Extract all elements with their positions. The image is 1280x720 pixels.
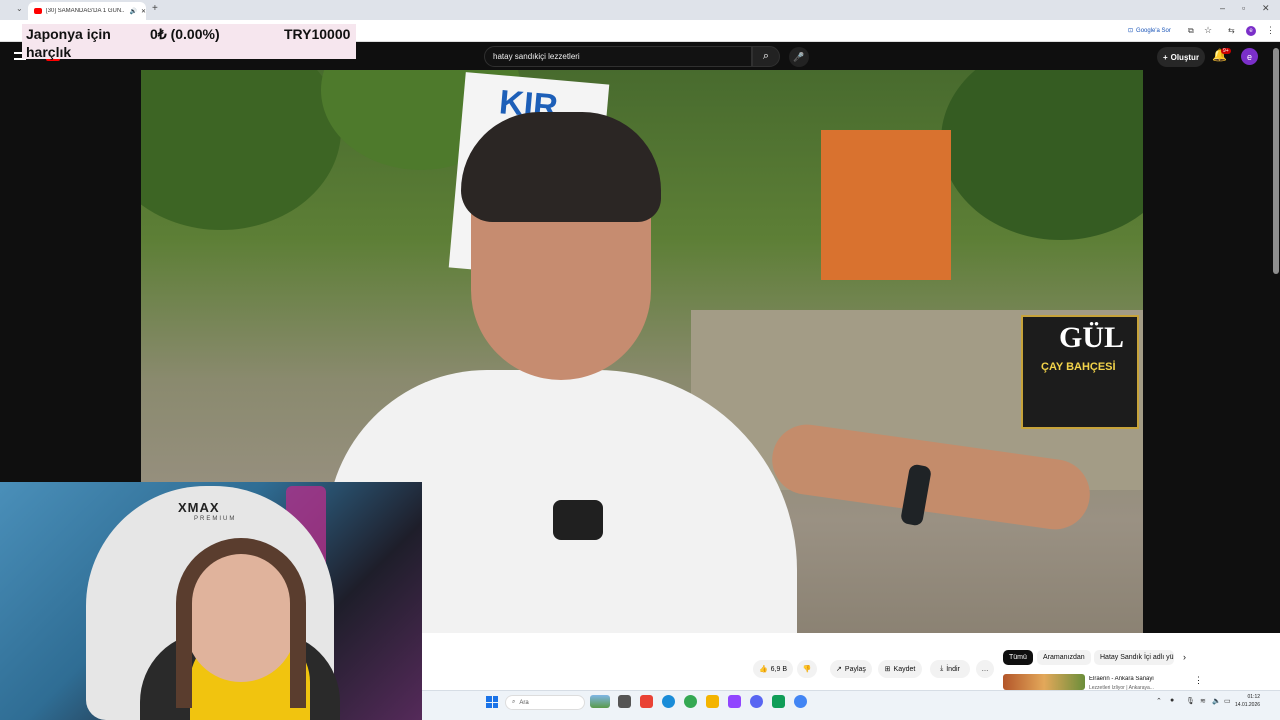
donation-goal-overlay: Japonya için harçlık 0₺ (0.00%) TRY10000 bbox=[22, 24, 356, 60]
mic-icon: 🎤 bbox=[793, 51, 805, 62]
chrome-profile-icon[interactable] bbox=[794, 695, 807, 708]
weather-widget-icon[interactable] bbox=[590, 695, 610, 708]
tray-app-icon[interactable]: ● bbox=[1170, 697, 1174, 704]
maximize-button[interactable]: ▫ bbox=[1242, 3, 1245, 13]
more-vertical-icon[interactable]: ⋮ bbox=[1194, 675, 1203, 686]
chip-from-search[interactable]: Aramanızdan bbox=[1037, 650, 1091, 665]
gul-cafe-sign: GÜL ÇAY BAHÇESİ bbox=[1021, 315, 1139, 429]
chair-brand-logo: XMAX bbox=[178, 500, 220, 515]
share-button[interactable]: ↗ Paylaş bbox=[830, 660, 872, 678]
copilot-icon[interactable] bbox=[640, 695, 653, 708]
tray-chevron-icon[interactable]: ⌃ bbox=[1156, 697, 1162, 705]
voice-search-button[interactable]: 🎤 bbox=[789, 47, 809, 67]
microphone-tray-icon[interactable]: 🎙 bbox=[1186, 697, 1195, 705]
file-explorer-icon[interactable] bbox=[706, 695, 719, 708]
extensions-icon[interactable]: ⇆ bbox=[1228, 26, 1235, 35]
download-button[interactable]: ⤓ İndir bbox=[930, 660, 970, 678]
bookmark-icon: ⊞ bbox=[884, 666, 891, 673]
browser-tab[interactable]: [30] SAMANDAĞ'DA 1 GÜN... 🔊 ✕ bbox=[28, 2, 146, 20]
tree-foliage bbox=[941, 70, 1143, 240]
account-avatar[interactable]: e bbox=[1241, 48, 1258, 65]
cast-icon[interactable]: ⧉ bbox=[1188, 26, 1194, 36]
chevron-right-icon[interactable]: › bbox=[1183, 652, 1186, 662]
scrollbar-thumb[interactable] bbox=[1273, 48, 1279, 274]
recommended-video-title[interactable]: Elraenn - Ankara Sanayi bbox=[1089, 676, 1189, 682]
profile-avatar[interactable]: e bbox=[1246, 26, 1256, 36]
close-window-button[interactable]: ✕ bbox=[1262, 3, 1270, 14]
orange-hut bbox=[821, 130, 951, 280]
wifi-icon[interactable]: ≋ bbox=[1200, 697, 1206, 705]
lapel-microphone bbox=[553, 500, 603, 540]
volume-icon[interactable]: 🔈 bbox=[1212, 697, 1221, 705]
download-icon: ⤓ bbox=[940, 665, 944, 672]
search-icon: ⌕ bbox=[512, 699, 516, 705]
discord-icon[interactable] bbox=[750, 695, 763, 708]
taskbar-search-input[interactable]: ⌕ Ara bbox=[505, 695, 585, 710]
tree-foliage bbox=[141, 70, 341, 230]
task-view-icon[interactable] bbox=[618, 695, 631, 708]
app-icon[interactable] bbox=[772, 695, 785, 708]
goal-amount: 0₺ (0.00%) bbox=[150, 26, 220, 42]
battery-icon[interactable]: ▭ bbox=[1224, 697, 1231, 705]
bookmark-star-icon[interactable]: ☆ bbox=[1204, 25, 1212, 36]
streamer-webcam: XMAX PREMIUM bbox=[0, 482, 422, 720]
search-button[interactable]: ⌕ bbox=[752, 46, 780, 67]
streamer-hair bbox=[176, 538, 306, 708]
twitch-icon[interactable] bbox=[728, 695, 741, 708]
more-actions-button[interactable]: … bbox=[976, 660, 994, 678]
chair-brand-subtitle: PREMIUM bbox=[194, 516, 237, 522]
recommended-video-thumbnail[interactable] bbox=[1003, 674, 1085, 690]
plus-icon: + bbox=[1162, 52, 1168, 62]
google-ask-button[interactable]: ⊡ Google'a Sor bbox=[1128, 27, 1171, 35]
dislike-button[interactable]: 👎 bbox=[797, 660, 817, 678]
man-hair bbox=[461, 112, 661, 222]
browser-tab-strip bbox=[0, 0, 1280, 20]
youtube-favicon-icon bbox=[34, 8, 42, 14]
browser-menu-icon[interactable]: ⋮ bbox=[1266, 25, 1275, 36]
search-icon: ⌕ bbox=[762, 50, 770, 62]
share-icon: ↗ bbox=[836, 666, 842, 673]
audio-icon: 🔊 bbox=[129, 8, 137, 15]
chip-hatay[interactable]: Hatay Sandık İçi adlı yükleme bbox=[1094, 650, 1174, 665]
like-button[interactable]: 👍 6,9 B bbox=[753, 660, 793, 678]
save-button[interactable]: ⊞ Kaydet bbox=[878, 660, 922, 678]
thumbs-down-icon: 👎 bbox=[802, 666, 812, 673]
thumbs-up-icon: 👍 bbox=[758, 666, 768, 673]
tab-search-icon[interactable]: ⌄ bbox=[16, 4, 23, 13]
notification-badge: 9+ bbox=[1221, 48, 1231, 54]
taskbar-clock[interactable]: 01:12 14.01.2026 bbox=[1235, 693, 1260, 709]
tab-title: [30] SAMANDAĞ'DA 1 GÜN... bbox=[46, 8, 126, 14]
lens-icon: ⊡ bbox=[1128, 28, 1134, 34]
minimize-button[interactable]: – bbox=[1220, 3, 1225, 13]
more-horizontal-icon: … bbox=[981, 665, 989, 673]
edge-browser-icon[interactable] bbox=[662, 695, 675, 708]
tab-close-icon[interactable]: ✕ bbox=[141, 8, 146, 15]
new-tab-button[interactable]: + bbox=[152, 3, 158, 14]
goal-label-line2: harçlık bbox=[26, 44, 72, 60]
goal-label: Japonya için bbox=[26, 26, 111, 42]
windows-start-icon[interactable] bbox=[486, 696, 498, 708]
search-input[interactable]: hatay sandıkiçi lezzetleri bbox=[484, 46, 752, 67]
chip-all[interactable]: Tümü bbox=[1003, 650, 1033, 665]
chrome-browser-icon[interactable] bbox=[684, 695, 697, 708]
goal-target: TRY10000 bbox=[284, 26, 351, 42]
create-button[interactable]: + Oluştur bbox=[1157, 47, 1205, 67]
